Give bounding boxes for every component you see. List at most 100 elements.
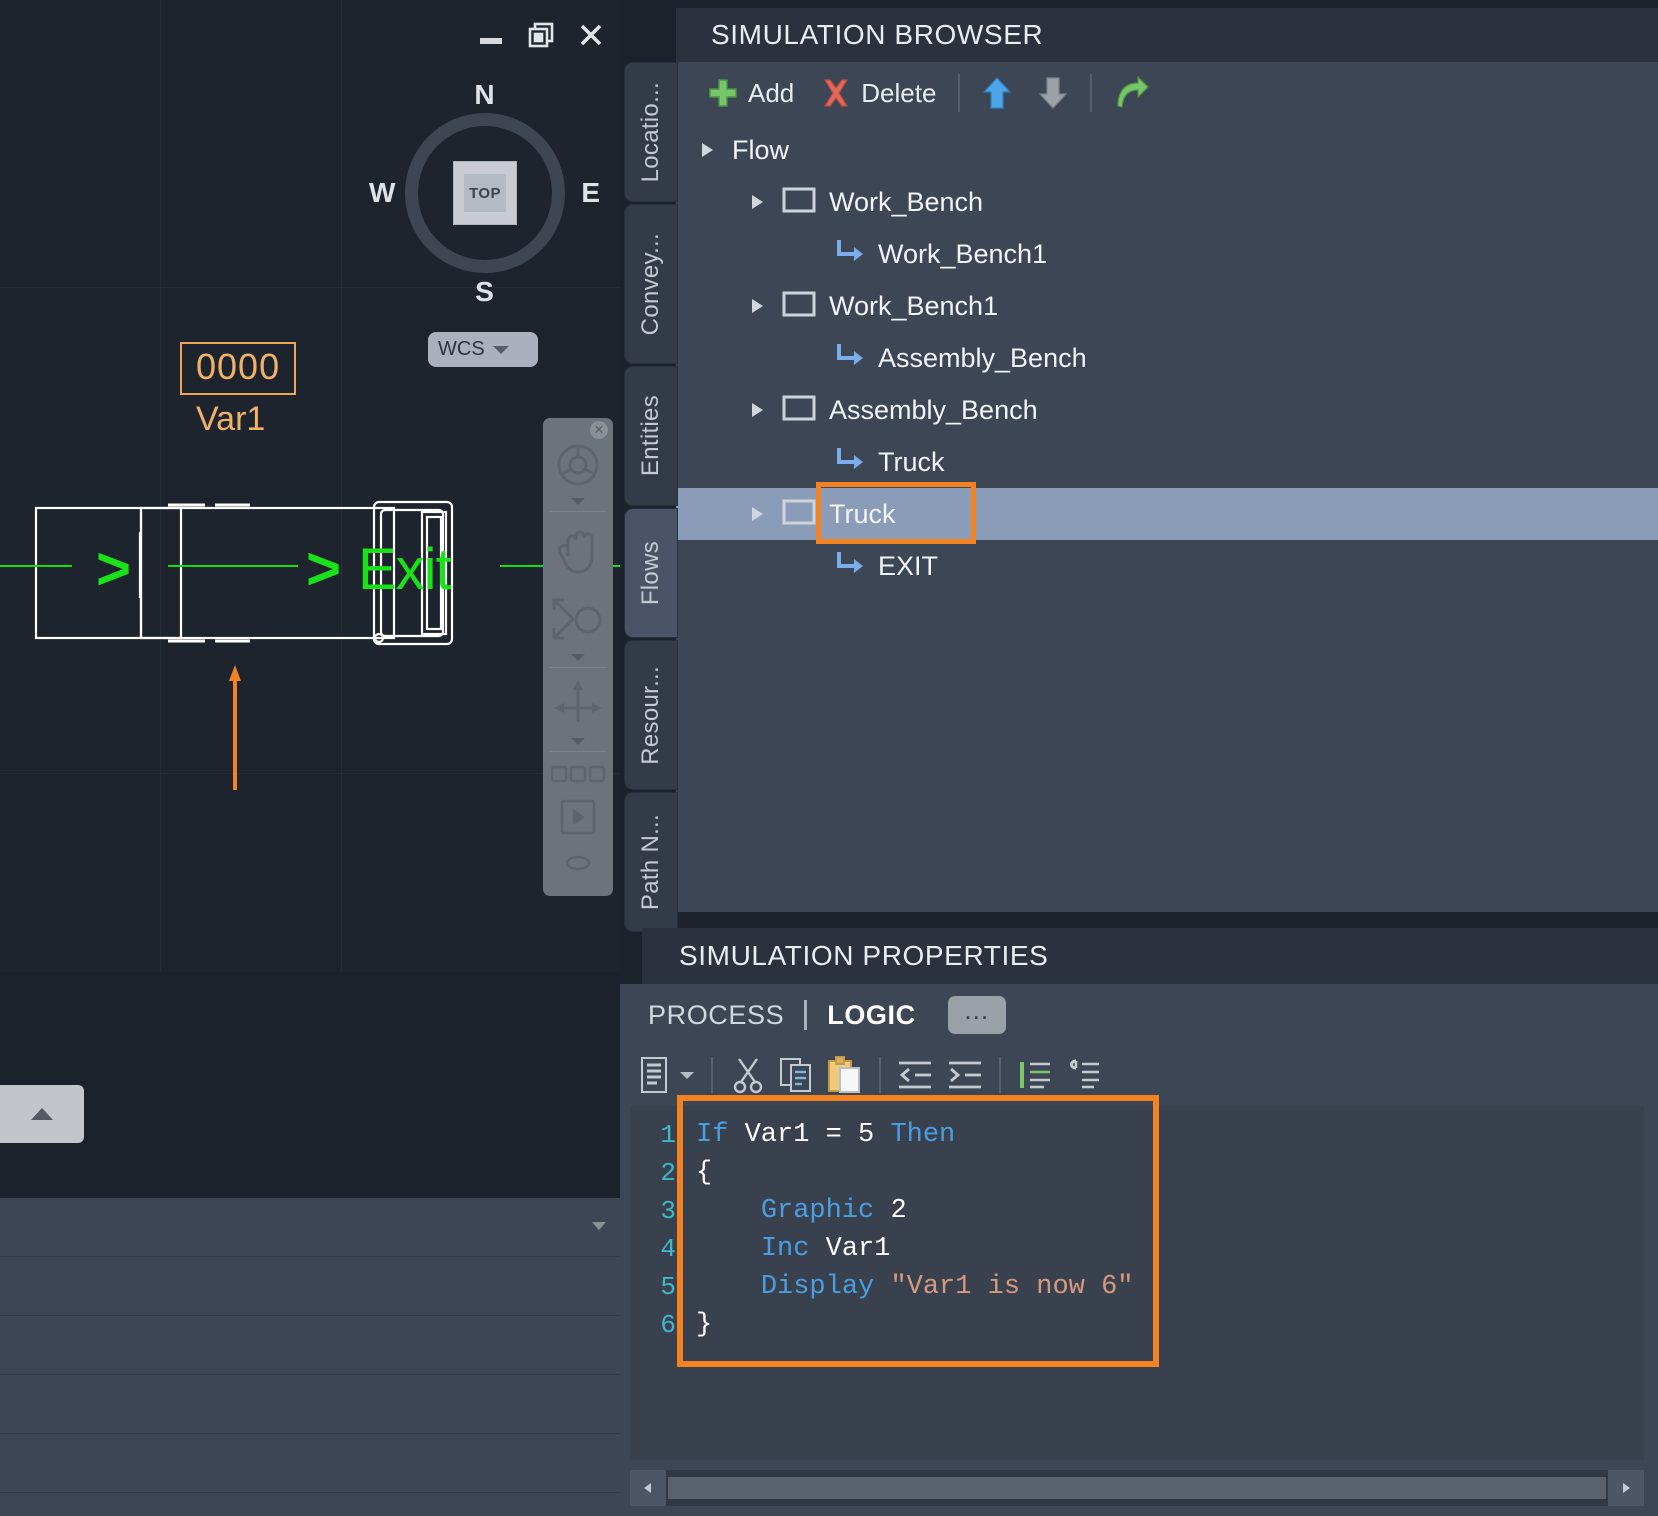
scroll-thumb[interactable] xyxy=(668,1477,1606,1499)
tab-process[interactable]: PROCESS xyxy=(628,1000,804,1031)
editor-toolbar[interactable] xyxy=(630,1046,1658,1104)
view-panels-icon[interactable] xyxy=(543,754,613,794)
insert-statement-icon[interactable] xyxy=(630,1051,678,1099)
indent-icon[interactable] xyxy=(940,1051,988,1099)
bottom-left-panel[interactable] xyxy=(0,1198,620,1516)
comment-icon[interactable] xyxy=(1012,1051,1060,1099)
window-controls[interactable] xyxy=(476,20,606,50)
view-cube-top-face[interactable]: TOP xyxy=(453,161,517,225)
uncomment-icon[interactable] xyxy=(1060,1051,1108,1099)
expander-triangle-icon[interactable] xyxy=(698,140,732,160)
tree-row-label: Work_Bench xyxy=(829,187,983,218)
expander-triangle-icon[interactable] xyxy=(748,504,782,524)
scroll-left-button[interactable] xyxy=(630,1470,666,1506)
move-down-button[interactable] xyxy=(1025,69,1081,117)
orbit-icon[interactable] xyxy=(543,670,613,736)
panel-row[interactable] xyxy=(0,1257,620,1316)
variable-value-display: 0000 xyxy=(180,342,296,395)
view-cube-north[interactable]: N xyxy=(474,79,494,111)
move-up-button[interactable] xyxy=(969,69,1025,117)
tree-row-exit-8[interactable]: EXIT xyxy=(676,540,1658,592)
steering-wheel-icon[interactable] xyxy=(543,434,613,496)
simulation-tree[interactable]: FlowWork_BenchWork_Bench1Work_Bench1Asse… xyxy=(676,124,1658,912)
divider xyxy=(711,1057,713,1093)
view-cube-south[interactable]: S xyxy=(475,276,494,308)
copy-icon[interactable] xyxy=(772,1051,820,1099)
browser-toolbar[interactable]: Add Delete xyxy=(676,62,1658,124)
grid-line xyxy=(160,0,161,972)
cut-icon[interactable] xyxy=(724,1051,772,1099)
view-cube-west[interactable]: W xyxy=(369,177,395,209)
logic-code-editor[interactable]: 123456 If Var1 = 5 Then{ Graphic 2 Inc V… xyxy=(630,1106,1644,1460)
chevron-down-icon[interactable] xyxy=(571,738,585,745)
code-line[interactable]: If Var1 = 5 Then xyxy=(696,1116,1644,1154)
properties-tabs[interactable]: PROCESS LOGIC ... xyxy=(620,984,1658,1046)
tree-row-truck-6[interactable]: Truck xyxy=(676,436,1658,488)
panel-row[interactable] xyxy=(0,1375,620,1434)
tree-row-label: Work_Bench1 xyxy=(878,239,1047,270)
chevron-down-icon[interactable] xyxy=(680,1072,694,1079)
panel-row[interactable] xyxy=(0,1316,620,1375)
minimize-icon[interactable] xyxy=(476,20,506,50)
code-line[interactable]: } xyxy=(696,1306,1644,1344)
play-icon[interactable] xyxy=(543,794,613,840)
tree-row-work-bench-1[interactable]: Work_Bench xyxy=(676,176,1658,228)
view-cube-east[interactable]: E xyxy=(581,177,600,209)
code-token xyxy=(696,1196,761,1226)
code-token: Inc xyxy=(761,1234,826,1264)
code-line[interactable]: { xyxy=(696,1154,1644,1192)
tree-row-work-bench1-3[interactable]: Work_Bench1 xyxy=(676,280,1658,332)
overflow-menu-button[interactable]: ... xyxy=(948,996,1006,1034)
tab-path n[interactable]: Path N... xyxy=(624,792,678,932)
simulation-properties-body: PROCESS LOGIC ... xyxy=(620,984,1658,1516)
tree-row-truck-7[interactable]: Truck xyxy=(676,488,1658,540)
tree-row-assembly-bench-4[interactable]: Assembly_Bench xyxy=(676,332,1658,384)
code-text-area[interactable]: If Var1 = 5 Then{ Graphic 2 Inc Var1 Dis… xyxy=(680,1106,1644,1460)
delete-button[interactable]: Delete xyxy=(807,69,949,117)
chevron-down-icon[interactable] xyxy=(571,498,585,505)
tab-resour[interactable]: Resour... xyxy=(624,640,678,790)
tab-flows[interactable]: Flows xyxy=(624,508,678,638)
paste-icon[interactable] xyxy=(820,1051,868,1099)
code-line[interactable]: Display "Var1 is now 6" xyxy=(696,1268,1644,1306)
code-line[interactable]: Graphic 2 xyxy=(696,1192,1644,1230)
tab-convey[interactable]: Convey... xyxy=(624,204,678,364)
zoom-icon[interactable] xyxy=(543,586,613,652)
tab-locatio[interactable]: Locatio... xyxy=(624,62,678,202)
code-token: Var1 xyxy=(745,1120,826,1150)
tree-row-assembly-bench-5[interactable]: Assembly_Bench xyxy=(676,384,1658,436)
expander-triangle-icon[interactable] xyxy=(748,192,782,212)
panel-row[interactable] xyxy=(0,1434,620,1493)
wcs-dropdown[interactable]: WCS xyxy=(428,332,538,367)
expand-panel-button[interactable] xyxy=(0,1085,84,1143)
expander-triangle-icon[interactable] xyxy=(748,400,782,420)
bar-handle-icon[interactable] xyxy=(543,846,613,880)
close-icon[interactable] xyxy=(576,20,606,50)
goto-button[interactable] xyxy=(1101,69,1163,117)
cad-viewport[interactable]: TOP N S W E WCS 0000 Var1 xyxy=(0,0,620,972)
scroll-right-button[interactable] xyxy=(1608,1470,1644,1506)
outdent-icon[interactable] xyxy=(892,1051,940,1099)
add-label: Add xyxy=(748,78,794,109)
flow-direction-chevron: > xyxy=(96,534,131,603)
tree-row-label: Assembly_Bench xyxy=(829,395,1038,426)
expander-triangle-icon[interactable] xyxy=(748,296,782,316)
pan-hand-icon[interactable] xyxy=(543,514,613,586)
code-line[interactable]: Inc Var1 xyxy=(696,1230,1644,1268)
tree-row-work-bench1-2[interactable]: Work_Bench1 xyxy=(676,228,1658,280)
tab-entities[interactable]: Entities xyxy=(624,366,678,506)
grid-line xyxy=(341,0,342,972)
add-button[interactable]: Add xyxy=(694,69,807,117)
navigation-bar[interactable]: ✕ xyxy=(543,418,613,896)
panel-tab-strip[interactable]: Locatio...Convey...EntitiesFlowsResour..… xyxy=(620,62,678,912)
panel-row[interactable] xyxy=(0,1198,620,1257)
restore-icon[interactable] xyxy=(526,20,556,50)
chevron-down-icon[interactable] xyxy=(571,654,585,661)
tree-row-flow-0[interactable]: Flow xyxy=(676,124,1658,176)
tab-logic[interactable]: LOGIC xyxy=(807,1000,936,1031)
arrow-curve-right-icon xyxy=(1114,76,1150,110)
chevron-down-icon[interactable] xyxy=(592,1222,606,1230)
flow-link-arrow-icon xyxy=(832,237,864,272)
horizontal-scrollbar[interactable] xyxy=(630,1470,1644,1506)
view-cube[interactable]: TOP N S W E xyxy=(377,85,592,300)
